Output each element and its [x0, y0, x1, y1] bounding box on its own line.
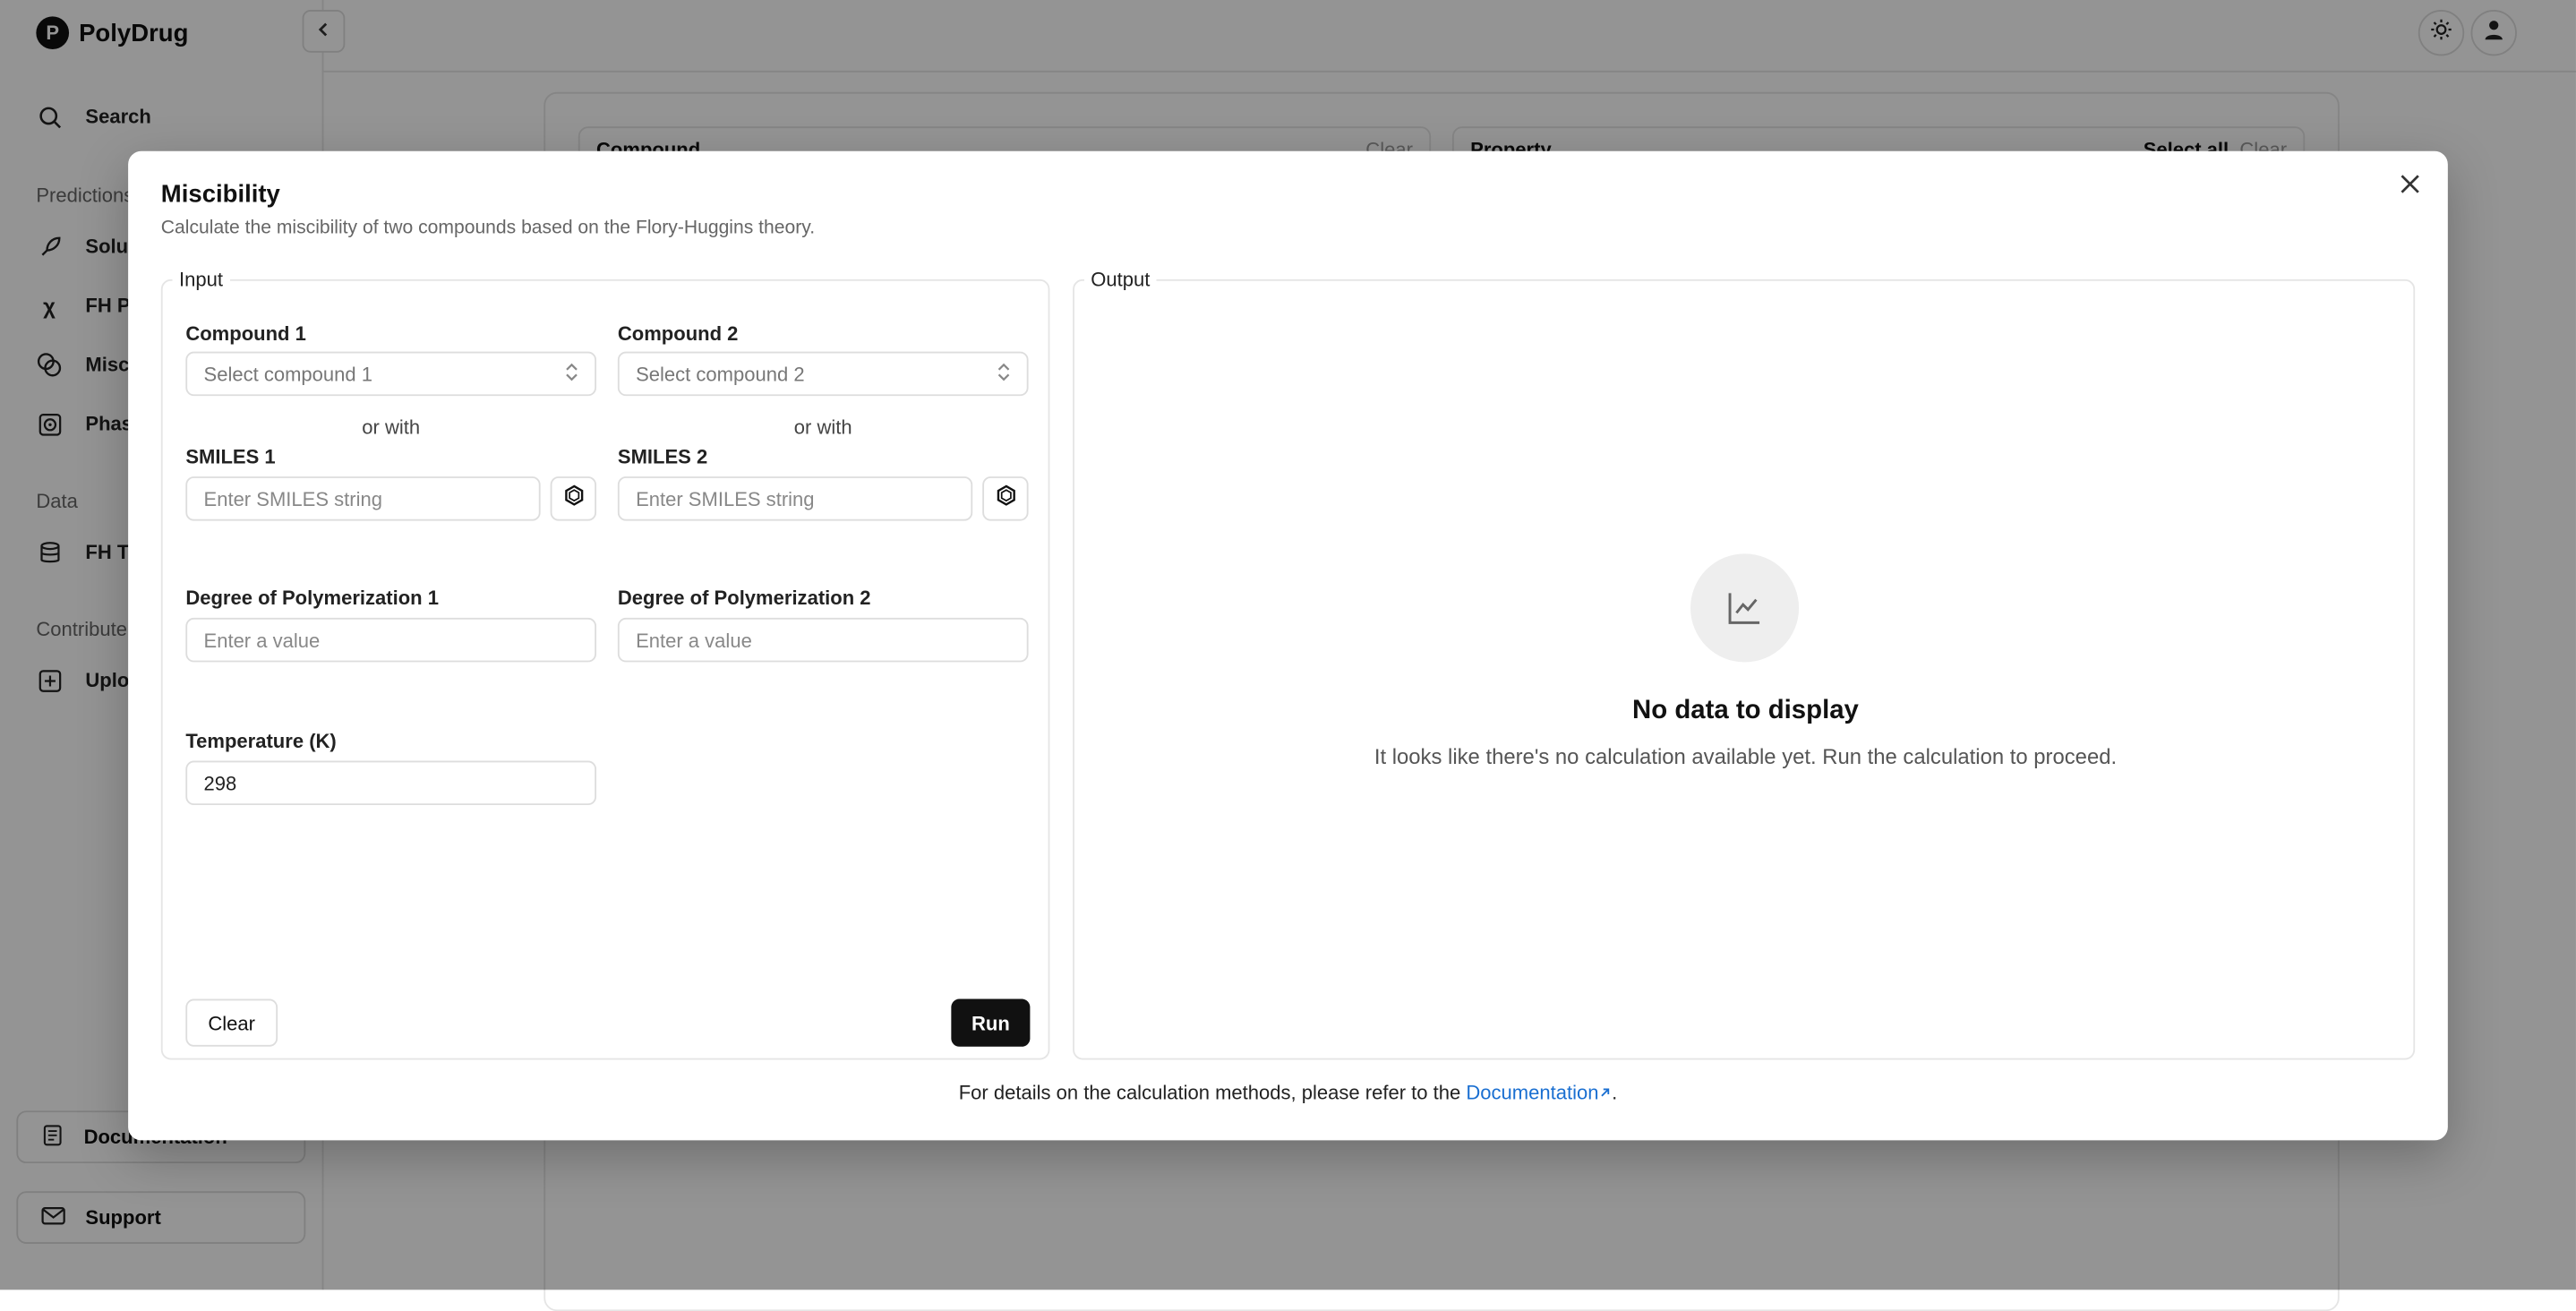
smiles1-label: SMILES 1: [185, 445, 276, 468]
run-button[interactable]: Run: [951, 998, 1031, 1047]
or-with-text-1: or with: [362, 416, 421, 439]
dp1-input[interactable]: [185, 617, 597, 663]
footer-note: For details on the calculation methods, …: [128, 1081, 2448, 1104]
miscibility-dialog: Miscibility Calculate the miscibility of…: [128, 150, 2448, 1141]
hexagon-icon: [562, 484, 584, 513]
compound1-select[interactable]: Select compound 1: [185, 351, 597, 397]
empty-state-title: No data to display: [1632, 696, 1859, 725]
dp1-label: Degree of Polymerization 1: [185, 587, 439, 610]
hexagon-icon: [995, 484, 1016, 513]
draw-structure-button-1[interactable]: [550, 476, 597, 521]
output-legend: Output: [1091, 268, 1151, 291]
footer-suffix: .: [1612, 1081, 1618, 1104]
chart-line-icon: [1690, 553, 1800, 663]
close-icon: [2401, 173, 2420, 202]
chevron-updown-icon: [997, 362, 1011, 386]
documentation-link[interactable]: Documentation: [1466, 1081, 1612, 1104]
compound2-placeholder: Select compound 2: [636, 362, 805, 386]
documentation-link-label: Documentation: [1466, 1081, 1599, 1104]
smiles2-input[interactable]: [617, 476, 973, 521]
output-panel: Output No data to display It looks like …: [1073, 268, 2416, 1060]
dp2-input[interactable]: [617, 617, 1029, 663]
external-link-icon: [1598, 1081, 1612, 1104]
app-stage: P PolyDrug Search Predictions Solubility…: [0, 0, 2576, 1311]
dialog-title: Miscibility: [160, 180, 280, 210]
footer-prefix: For details on the calculation methods, …: [958, 1081, 1467, 1104]
chevron-updown-icon: [565, 362, 578, 386]
dp2-label: Degree of Polymerization 2: [617, 587, 871, 610]
input-legend: Input: [178, 268, 223, 291]
smiles1-input[interactable]: [185, 476, 541, 521]
draw-structure-button-2[interactable]: [982, 476, 1029, 521]
smiles2-label: SMILES 2: [617, 445, 708, 468]
input-panel: Input Compound 1 Select compound 1 Compo…: [160, 268, 1050, 1060]
or-with-text-2: or with: [793, 416, 852, 439]
compound1-label: Compound 1: [185, 321, 306, 346]
close-button[interactable]: [2395, 173, 2425, 202]
empty-state-text: It looks like there's no calculation ava…: [1374, 744, 2118, 769]
temperature-input[interactable]: [185, 760, 597, 806]
temperature-label: Temperature (K): [185, 729, 337, 753]
clear-button[interactable]: Clear: [185, 998, 278, 1047]
compound1-placeholder: Select compound 1: [203, 362, 373, 386]
compound2-label: Compound 2: [617, 321, 739, 346]
dialog-subtitle: Calculate the miscibility of two compoun…: [160, 218, 816, 239]
compound2-select[interactable]: Select compound 2: [617, 351, 1029, 397]
